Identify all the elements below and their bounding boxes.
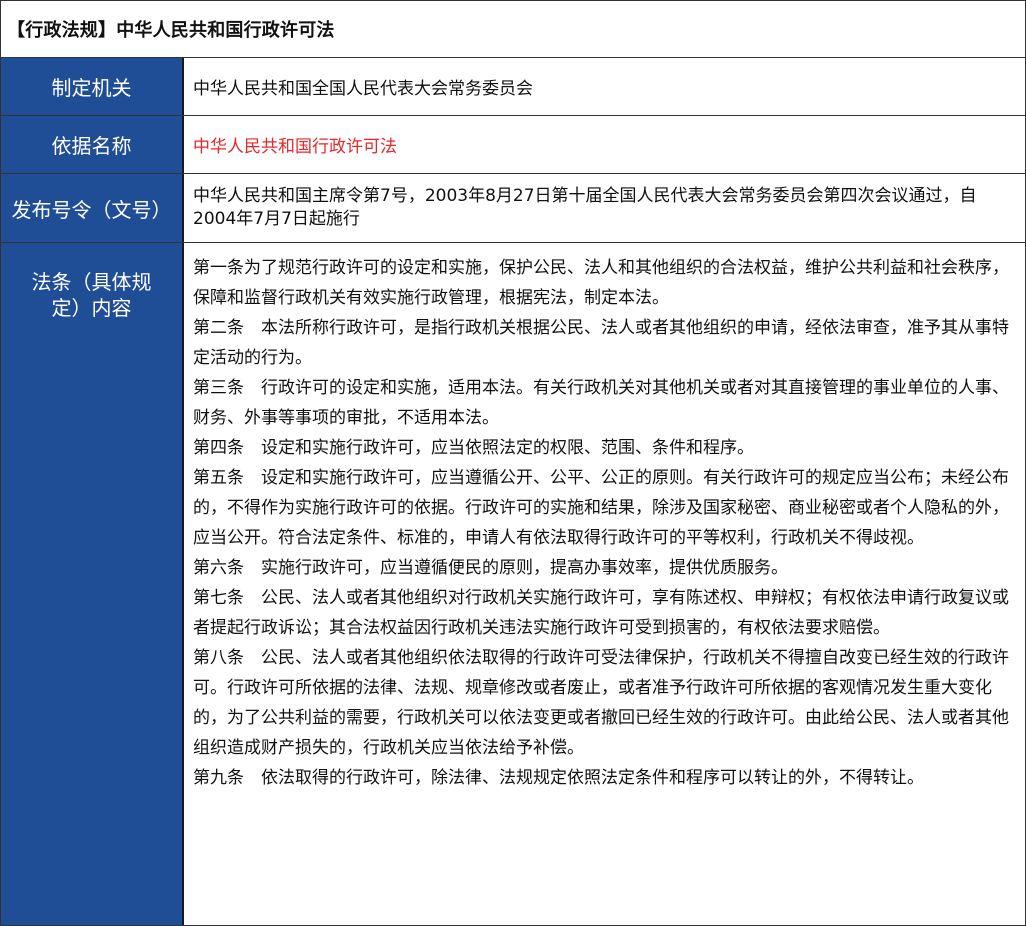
article-1: 第一条为了规范行政许可的设定和实施，保护公民、法人和其他组织的合法权益，维护公共… — [193, 258, 1009, 308]
article-4: 第四条 设定和实施行政许可，应当依照法定的权限、范围、条件和程序。 — [193, 438, 754, 458]
article-5: 第五条 设定和实施行政许可，应当遵循公开、公平、公正的原则。有关行政许可的规定应… — [193, 468, 1009, 548]
decree-label: 发布号令（文号） — [1, 174, 184, 242]
article-2: 第二条 本法所称行政许可，是指行政机关根据公民、法人或者其他组织的申请，经依法审… — [193, 318, 1009, 368]
issuer-value: 中华人民共和国全国人民代表大会常务委员会 — [193, 79, 533, 99]
row-content: 法条（具体规定）内容 第一条为了规范行政许可的设定和实施，保护公民、法人和其他组… — [1, 243, 1025, 925]
issuer-label: 制定机关 — [1, 58, 184, 115]
basis-link[interactable]: 中华人民共和国行政许可法 — [184, 116, 1025, 173]
row-basis: 依据名称 中华人民共和国行政许可法 — [1, 116, 1025, 174]
content-label: 法条（具体规定）内容 — [1, 243, 184, 925]
article-7: 第七条 公民、法人或者其他组织对行政机关实施行政许可，享有陈述权、申辩权；有权依… — [193, 588, 1009, 638]
article-3: 第三条 行政许可的设定和实施，适用本法。有关行政机关对其他机关或者对其直接管理的… — [193, 378, 1009, 428]
article-8: 第八条 公民、法人或者其他组织依法取得的行政许可受法律保护，行政机关不得擅自改变… — [193, 648, 1009, 758]
row-decree: 发布号令（文号） 中华人民共和国主席令第7号，2003年8月27日第十届全国人民… — [1, 174, 1025, 243]
regulation-table: 【行政法规】中华人民共和国行政许可法 制定机关 中华人民共和国全国人民代表大会常… — [0, 0, 1026, 926]
basis-label: 依据名称 — [1, 116, 184, 173]
decree-value: 中华人民共和国主席令第7号，2003年8月27日第十届全国人民代表大会常务委员会… — [193, 186, 977, 229]
article-9: 第九条 依法取得的行政许可，除法律、法规规定依照法定条件和程序可以转让的外，不得… — [193, 768, 924, 788]
article-list: 第一条为了规范行政许可的设定和实施，保护公民、法人和其他组织的合法权益，维护公共… — [184, 243, 1025, 925]
article-6: 第六条 实施行政许可，应当遵循便民的原则，提高办事效率，提供优质服务。 — [193, 558, 788, 578]
row-issuer: 制定机关 中华人民共和国全国人民代表大会常务委员会 — [1, 58, 1025, 116]
document-title: 【行政法规】中华人民共和国行政许可法 — [1, 1, 1025, 58]
